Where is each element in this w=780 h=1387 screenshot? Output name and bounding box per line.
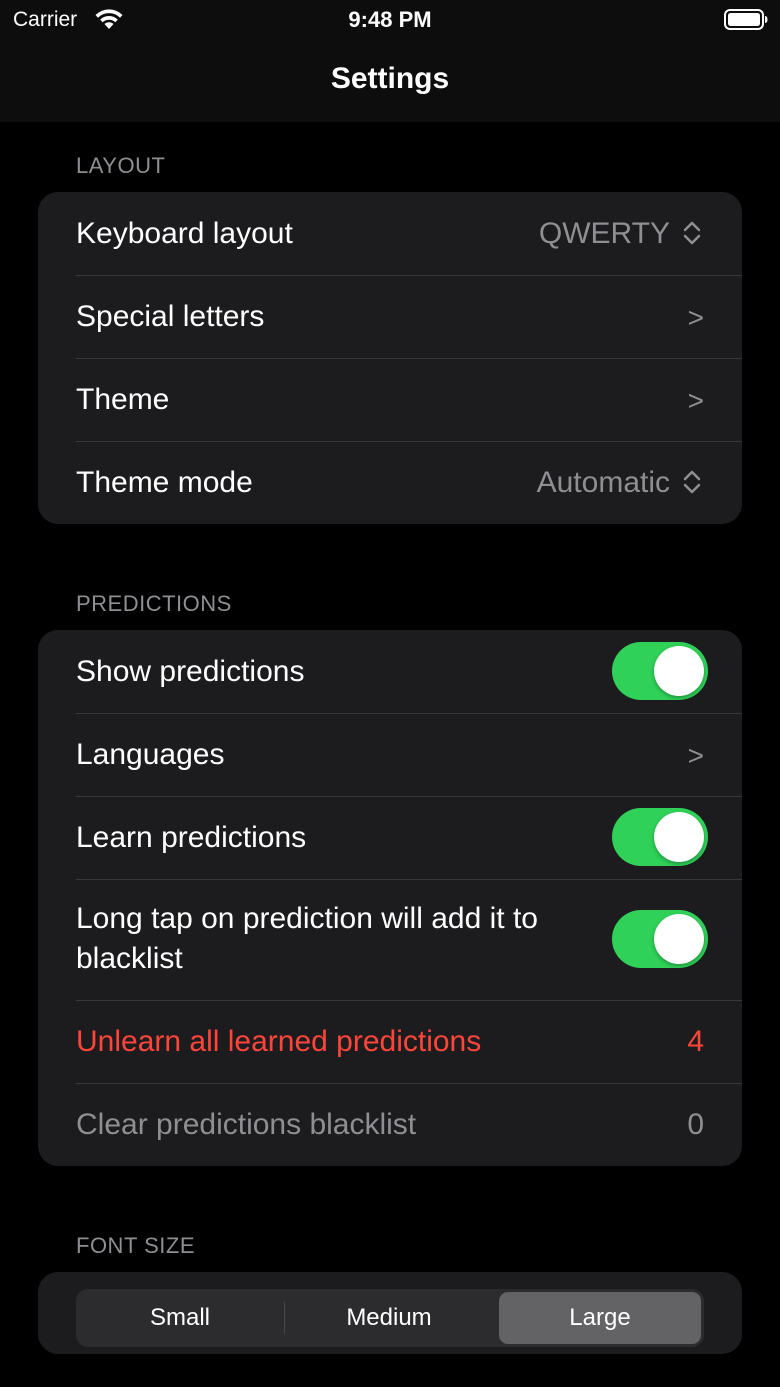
long-tap-blacklist-toggle[interactable] [612,910,708,968]
navigation-bar: Carrier 9:48 PM Settings [0,0,780,122]
theme-mode-row[interactable]: Theme mode Automatic [38,441,742,524]
keyboard-layout-value: QWERTY [538,217,670,250]
chevron-right-icon: > [687,740,704,771]
toggle-knob [654,646,704,696]
clear-blacklist-count: 0 [687,1108,704,1141]
long-tap-blacklist-row: Long tap on prediction will add it to bl… [38,879,742,1000]
battery-icon [724,9,768,30]
show-predictions-label: Show predictions [76,655,305,688]
theme-row[interactable]: Theme > [38,358,742,441]
theme-mode-label: Theme mode [76,466,253,499]
special-letters-label: Special letters [76,300,265,333]
languages-label: Languages [76,738,225,771]
font-size-group: Small Medium Large [38,1272,742,1354]
unlearn-all-row[interactable]: Unlearn all learned predictions 4 [38,1000,742,1083]
up-down-chevron-icon [683,221,701,245]
learn-predictions-label: Learn predictions [76,821,307,854]
layout-group: Keyboard layout QWERTY Special letters >… [38,192,742,524]
clear-blacklist-label: Clear predictions blacklist [76,1108,417,1141]
unlearn-all-label: Unlearn all learned predictions [76,1025,482,1058]
languages-row[interactable]: Languages > [38,713,742,796]
theme-mode-value: Automatic [536,466,670,499]
segment-divider [284,1302,285,1334]
toggle-knob [654,812,704,862]
up-down-chevron-icon [683,470,701,494]
chevron-right-icon: > [687,302,704,333]
theme-label: Theme [76,383,170,416]
special-letters-row[interactable]: Special letters > [38,275,742,358]
section-header-font-size: FONT SIZE [76,1233,195,1258]
show-predictions-row: Show predictions [38,630,742,713]
status-time: 9:48 PM [348,7,432,32]
unlearn-all-count: 4 [687,1025,704,1058]
toggle-knob [654,914,704,964]
section-header-layout: LAYOUT [76,153,166,178]
learn-predictions-toggle[interactable] [612,808,708,866]
clear-blacklist-row[interactable]: Clear predictions blacklist 0 [38,1083,742,1166]
learn-predictions-row: Learn predictions [38,796,742,879]
font-size-segmented-control: Small Medium Large [76,1289,704,1347]
predictions-group: Show predictions Languages > Learn predi… [38,630,742,1166]
segment-large[interactable]: Large [499,1292,701,1344]
segment-medium[interactable]: Medium [288,1292,490,1344]
show-predictions-toggle[interactable] [612,642,708,700]
section-header-predictions: PREDICTIONS [76,591,232,616]
keyboard-layout-label: Keyboard layout [76,217,293,250]
settings-screen: Carrier 9:48 PM Settings LAYOUT Keyboard… [0,0,780,1387]
page-title: Settings [330,62,450,95]
segment-small[interactable]: Small [79,1292,281,1344]
keyboard-layout-row[interactable]: Keyboard layout QWERTY [38,192,742,275]
long-tap-blacklist-label: Long tap on prediction will add it to bl… [76,902,538,975]
chevron-right-icon: > [687,385,704,416]
